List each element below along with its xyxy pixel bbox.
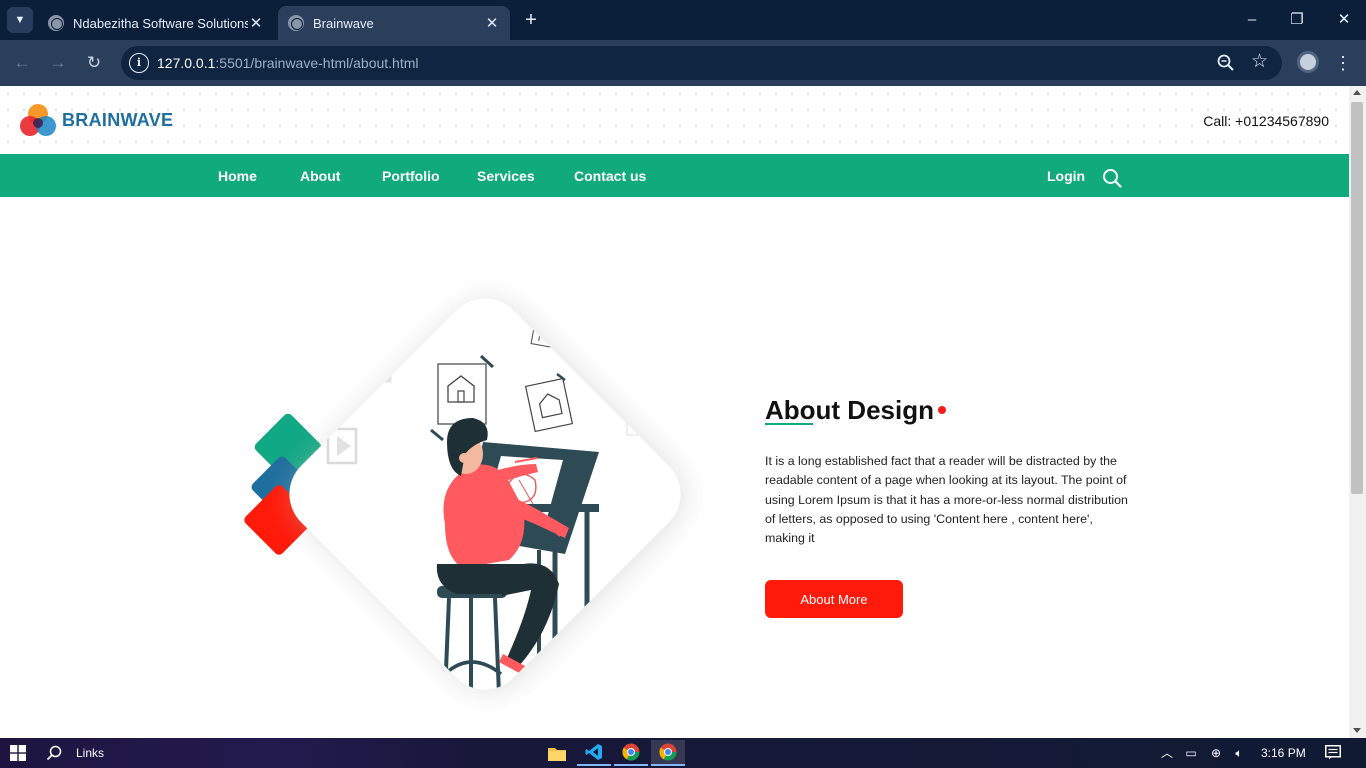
scroll-up-arrow[interactable] xyxy=(1353,90,1361,95)
folder-icon xyxy=(548,747,566,761)
chrome-icon xyxy=(622,743,640,761)
search-icon[interactable] xyxy=(1102,168,1122,188)
minimize-button[interactable]: – xyxy=(1240,9,1264,31)
title-underline xyxy=(765,423,813,425)
tab-title: Brainwave xyxy=(313,15,374,31)
globe-icon xyxy=(288,15,304,31)
globe-icon xyxy=(48,15,64,31)
bookmark-star-icon[interactable]: ☆ xyxy=(1251,50,1268,73)
page-viewport: BRAINWAVE Call: +01234567890 Home About … xyxy=(0,86,1366,738)
scroll-thumb[interactable] xyxy=(1351,102,1363,494)
back-button[interactable]: ← xyxy=(10,51,34,75)
tab-title: Ndabezitha Software Solutions xyxy=(73,15,248,31)
taskbar-search-label[interactable]: Links xyxy=(76,746,104,760)
restore-button[interactable]: ❐ xyxy=(1285,9,1309,31)
taskbar-search-icon[interactable] xyxy=(46,745,62,761)
file-explorer-app[interactable] xyxy=(540,740,574,766)
tab-ndabezitha[interactable]: Ndabezitha Software Solutions ✕ xyxy=(38,6,274,40)
vscode-icon xyxy=(585,744,602,760)
nav-contact[interactable]: Contact us xyxy=(574,168,646,184)
about-title: About Design xyxy=(765,395,946,426)
title-dot xyxy=(938,406,946,415)
reload-button[interactable]: ↻ xyxy=(82,51,106,75)
vscode-app[interactable] xyxy=(577,740,611,766)
tray-network-icon[interactable]: ⊕ xyxy=(1208,746,1224,760)
url-text[interactable]: 127.0.0.1:5501/brainwave-html/about.html xyxy=(157,55,419,71)
about-illustration xyxy=(244,298,685,707)
scroll-down-arrow[interactable] xyxy=(1353,728,1361,733)
windows-taskbar: Links ︿ ▭ ⊕ 🔈︎ 3:16 PM xyxy=(0,738,1366,768)
tray-volume-icon[interactable]: 🔈︎ xyxy=(1231,746,1247,760)
windows-start-icon[interactable] xyxy=(10,745,26,761)
main-nav: Home About Portfolio Services Contact us… xyxy=(0,154,1349,197)
browser-menu-icon[interactable]: ⋮ xyxy=(1334,51,1352,75)
tab-search-button[interactable]: ▼ xyxy=(7,7,33,33)
site-header: BRAINWAVE Call: +01234567890 xyxy=(0,86,1349,154)
close-window-button[interactable]: ✕ xyxy=(1332,9,1356,31)
address-bar[interactable]: i 127.0.0.1:5501/brainwave-html/about.ht… xyxy=(121,46,1282,80)
chrome-app-active[interactable] xyxy=(651,740,685,766)
brainwave-logo-icon[interactable] xyxy=(19,103,57,139)
logo-text[interactable]: BRAINWAVE xyxy=(62,110,173,131)
chrome-icon xyxy=(659,743,677,761)
nav-services[interactable]: Services xyxy=(477,168,535,184)
taskbar-clock[interactable]: 3:16 PM xyxy=(1261,746,1306,760)
chrome-app[interactable] xyxy=(614,740,648,766)
new-tab-button[interactable]: + xyxy=(520,9,542,31)
close-icon[interactable]: ✕ xyxy=(248,14,264,32)
nav-home[interactable]: Home xyxy=(218,168,257,184)
close-icon[interactable]: ✕ xyxy=(484,14,500,32)
browser-toolbar: ← → ↻ i 127.0.0.1:5501/brainwave-html/ab… xyxy=(0,40,1366,86)
about-more-button[interactable]: About More xyxy=(765,580,903,618)
site-info-icon[interactable]: i xyxy=(129,53,149,73)
call-number: Call: +01234567890 xyxy=(1203,113,1329,129)
forward-button[interactable]: → xyxy=(46,51,70,75)
tray-chevron-up-icon[interactable]: ︿ xyxy=(1159,746,1175,760)
nav-about[interactable]: About xyxy=(300,168,340,184)
browser-tab-strip: ▼ Ndabezitha Software Solutions ✕ Brainw… xyxy=(0,0,1366,40)
nav-login[interactable]: Login xyxy=(1047,168,1085,184)
nav-portfolio[interactable]: Portfolio xyxy=(382,168,440,184)
profile-avatar[interactable] xyxy=(1297,51,1319,73)
about-text: It is a long established fact that a rea… xyxy=(765,454,1128,546)
notifications-icon[interactable] xyxy=(1325,745,1341,760)
page-scrollbar[interactable] xyxy=(1349,86,1366,738)
tray-battery-icon[interactable]: ▭ xyxy=(1183,746,1199,760)
zoom-icon[interactable] xyxy=(1216,53,1236,73)
tab-brainwave[interactable]: Brainwave ✕ xyxy=(278,6,510,40)
